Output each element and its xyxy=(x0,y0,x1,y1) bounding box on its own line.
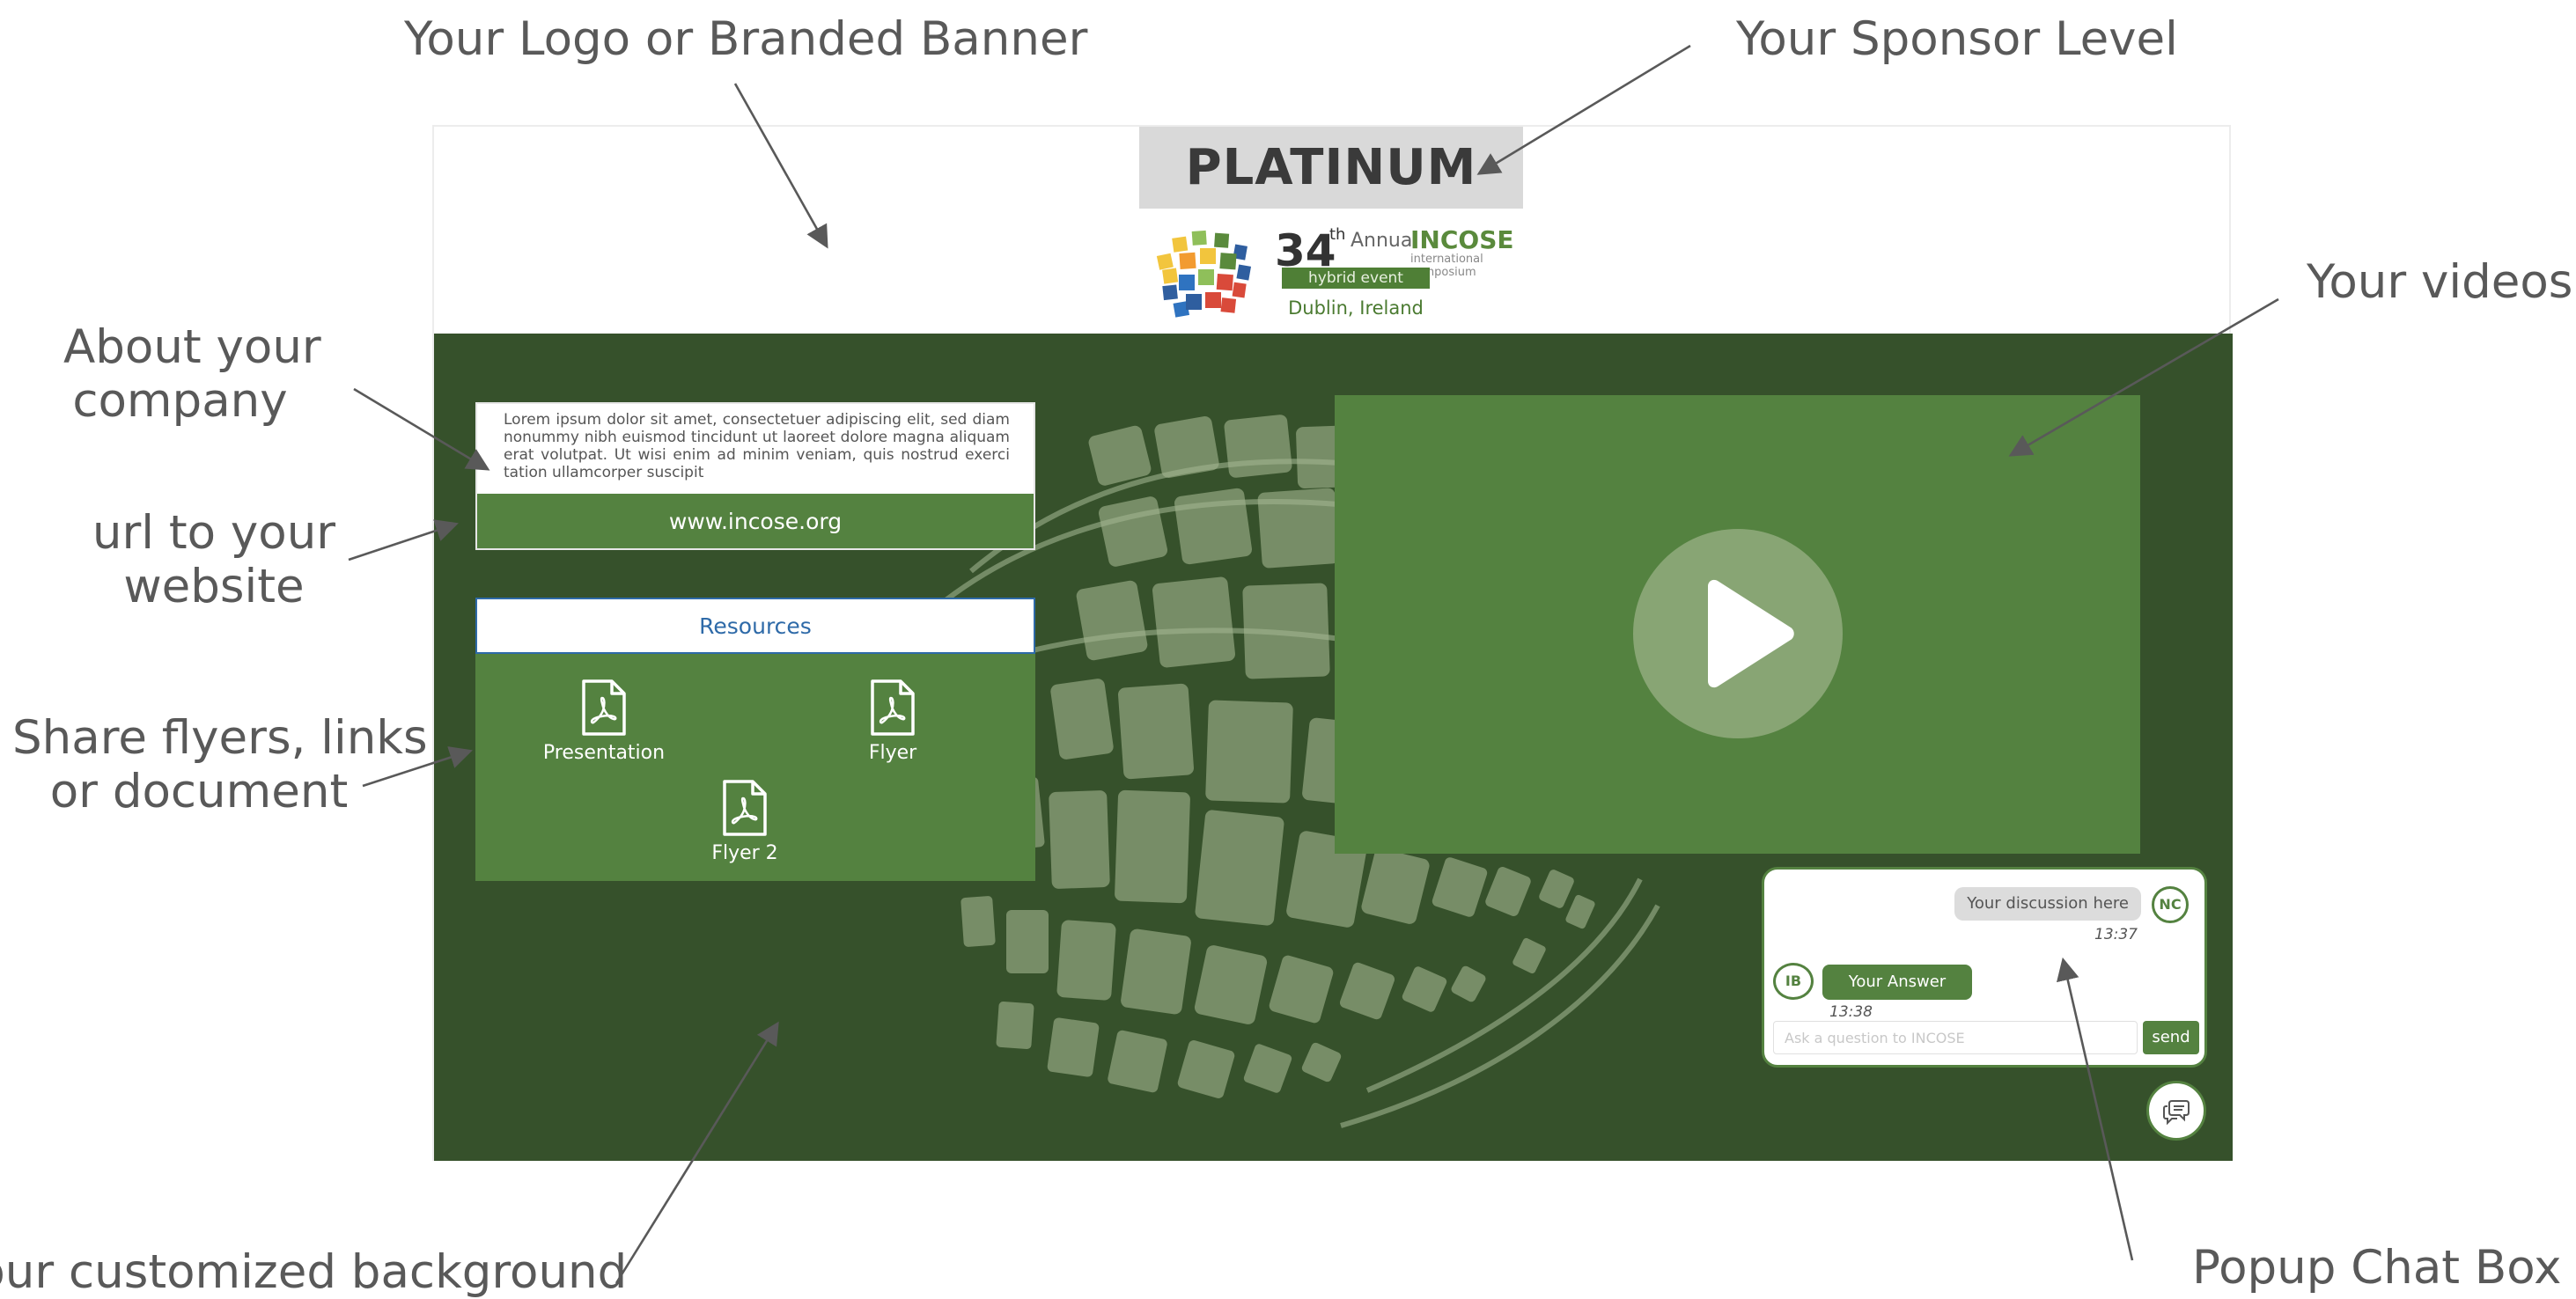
callout-about-company: About your company xyxy=(63,320,321,429)
send-button[interactable]: send xyxy=(2143,1021,2199,1054)
logo-brand: INCOSE xyxy=(1410,225,1514,254)
chat-timestamp: 13:37 xyxy=(2094,926,2138,943)
sponsor-level-text: PLATINUM xyxy=(1185,139,1477,196)
avatar: IB xyxy=(1773,963,1814,1000)
chat-bubble-icon xyxy=(2163,1100,2190,1126)
play-icon xyxy=(1708,579,1794,688)
chat-toggle-button[interactable] xyxy=(2146,1081,2206,1141)
document-presentation[interactable]: Presentation xyxy=(525,679,683,764)
event-logo: 34 th Annual INCOSE international sympos… xyxy=(1153,225,1523,322)
document-label: Presentation xyxy=(542,742,666,764)
video-player[interactable] xyxy=(1335,395,2140,854)
about-company-panel: Lorem ipsum dolor sit amet, consectetuer… xyxy=(475,402,1035,550)
logo-annual: Annual xyxy=(1351,230,1418,252)
document-flyer[interactable]: Flyer xyxy=(813,679,972,764)
callout-url-line2: website xyxy=(123,560,305,614)
callout-sponsor-level: Your Sponsor Level xyxy=(1736,12,2178,66)
sponsor-level-badge: PLATINUM xyxy=(1139,127,1523,209)
callout-share-line1: Share flyers, links xyxy=(12,711,428,765)
resources-panel: Resources Presentation Flyer Flyer 2 xyxy=(475,598,1035,881)
callout-share-line2: or document xyxy=(49,765,349,819)
document-flyer-2[interactable]: Flyer 2 xyxy=(666,779,824,864)
callout-chat: Popup Chat Box xyxy=(2192,1241,2562,1295)
chat-input[interactable] xyxy=(1773,1021,2138,1054)
pdf-file-icon xyxy=(723,780,767,836)
callout-about-line1: About your xyxy=(63,320,321,374)
logo-suffix: th xyxy=(1329,225,1346,244)
booth-background: Lorem ipsum dolor sit amet, consectetuer… xyxy=(434,334,2233,1161)
callout-share: Share flyers, links or document xyxy=(12,711,428,819)
logo-location: Dublin, Ireland xyxy=(1288,297,1424,319)
logo-badge: hybrid event xyxy=(1282,268,1430,289)
pdf-file-icon xyxy=(871,679,915,736)
callout-videos: Your videos xyxy=(2307,255,2573,309)
document-label: Flyer 2 xyxy=(711,842,778,864)
branded-banner: PLATINUM 34 th Annual INCOSE internation… xyxy=(434,127,2229,334)
callout-url: url to your website xyxy=(91,506,337,614)
popup-chat-box: Your discussion here NC 13:37 IB Your An… xyxy=(1762,867,2207,1068)
resources-tab[interactable]: Resources xyxy=(475,598,1035,654)
document-label: Flyer xyxy=(868,742,917,764)
website-url-button[interactable]: www.incose.org xyxy=(477,492,1034,548)
booth-mockup: PLATINUM 34 th Annual INCOSE internation… xyxy=(432,125,2233,1161)
callout-about-line2: company xyxy=(72,374,288,429)
callout-logo-banner: Your Logo or Branded Banner xyxy=(404,12,1088,66)
chat-answer-bubble: Your Answer xyxy=(1822,965,1972,1000)
avatar: NC xyxy=(2152,886,2189,923)
about-company-text: Lorem ipsum dolor sit amet, consectetuer… xyxy=(504,411,1010,481)
pdf-file-icon xyxy=(582,679,626,736)
chat-message-bubble: Your discussion here xyxy=(1954,887,2141,921)
globe-logo-icon xyxy=(1156,230,1252,318)
callout-url-line1: url to your xyxy=(92,506,336,560)
callout-background: Your customized background xyxy=(0,1245,628,1299)
chat-timestamp: 13:38 xyxy=(1829,1003,1873,1021)
